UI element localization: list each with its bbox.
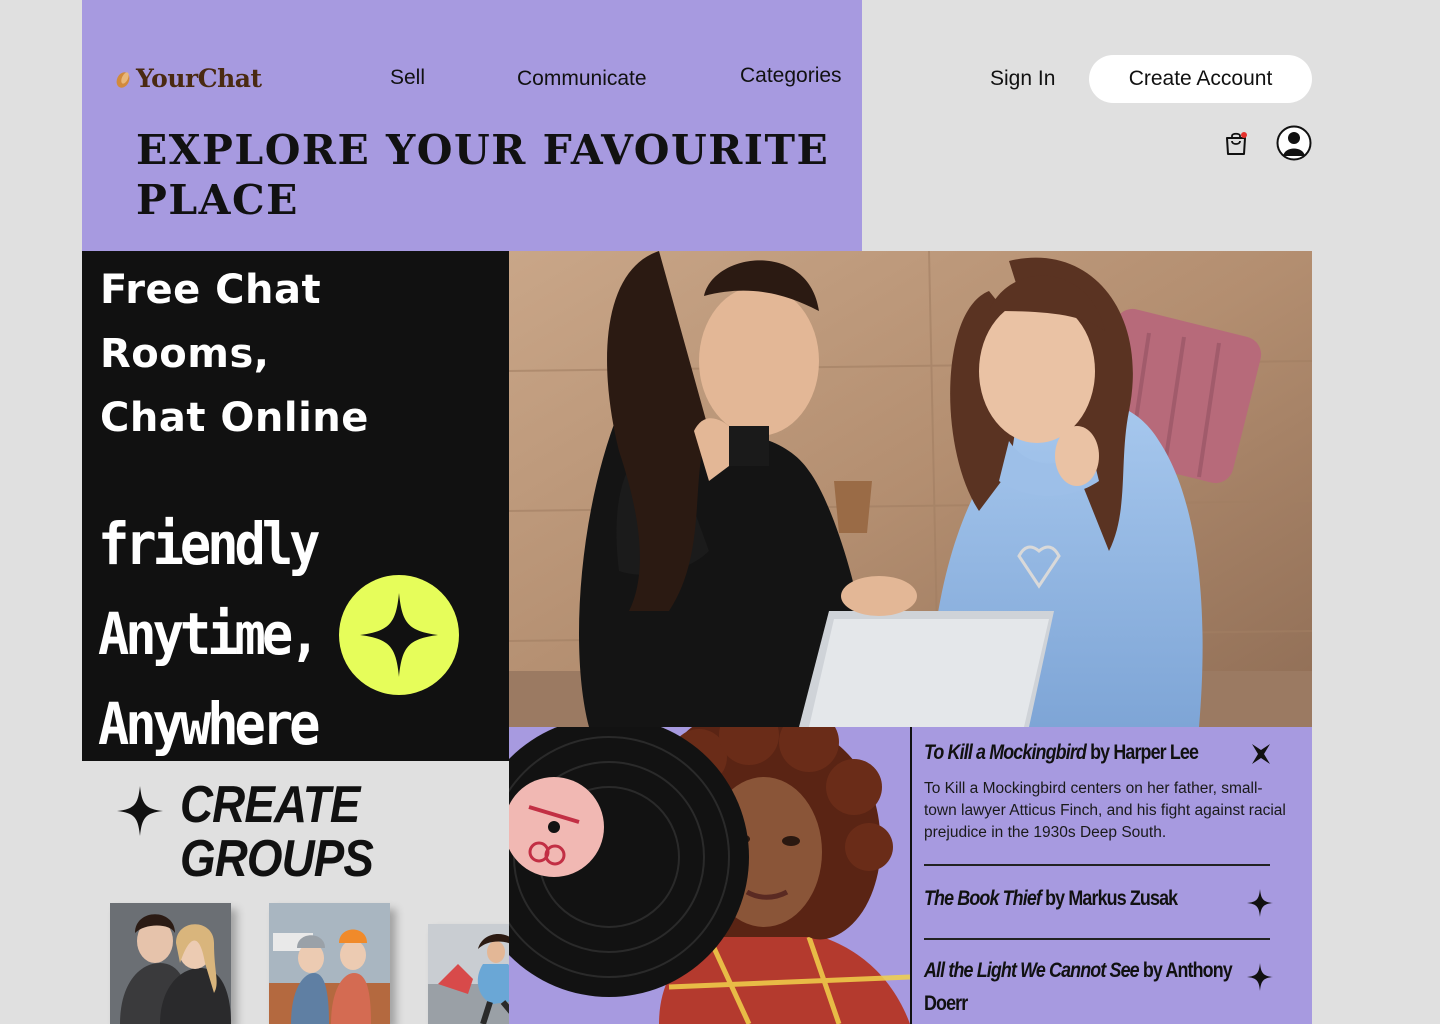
book-title-name: All the Light We Cannot See [924, 959, 1140, 982]
sparkle-badge[interactable] [339, 575, 459, 695]
chat-title-line: Chat Online [100, 395, 369, 441]
book-title-continued: Doerr [924, 992, 968, 1015]
hero-photo-women-chatting [509, 251, 1312, 727]
sparkle-icon [360, 593, 438, 677]
logo-mark-icon [116, 71, 130, 88]
vinyl-photo [509, 727, 910, 1024]
sparkle-icon [117, 786, 163, 836]
book-divider [924, 938, 1270, 940]
group-photo [110, 903, 231, 1024]
brand-name: YourChat [136, 64, 262, 93]
create-groups-line: GROUPS [180, 830, 374, 888]
group-thumbnail[interactable] [269, 903, 390, 1024]
book-author: by Markus Zusak [1041, 887, 1178, 910]
book-description: To Kill a Mockingbird centers on her fat… [924, 780, 1286, 841]
book-title[interactable]: The Book Thief by Markus Zusak [924, 887, 1178, 911]
profile-icon[interactable] [1276, 125, 1312, 161]
nav-categories[interactable]: Categories [740, 64, 842, 88]
pinwheel-icon[interactable] [1248, 740, 1274, 768]
hero-photo [509, 251, 1312, 727]
taglines: friendly Anytime, Anywhere [98, 500, 320, 770]
tagline: friendly [98, 511, 320, 579]
nav-communicate[interactable]: Communicate [517, 67, 647, 91]
book-author: by Anthony [1138, 959, 1233, 982]
sparkle-icon[interactable] [1247, 963, 1273, 991]
nav-sell[interactable]: Sell [390, 66, 425, 90]
tagline: Anytime, [98, 601, 320, 669]
chat-title: Free Chat Rooms, Chat Online [100, 258, 500, 450]
chat-title-line: Rooms, [100, 331, 270, 377]
book-author: by Harper Lee [1085, 741, 1199, 764]
sparkle-icon[interactable] [1247, 889, 1273, 917]
vinyl-woman-photo [509, 727, 910, 1024]
book-divider [924, 864, 1270, 866]
book-title-name: The Book Thief [924, 887, 1042, 910]
brand-logo[interactable]: YourChat [114, 64, 262, 93]
book-title[interactable]: To Kill a Mockingbird by Harper Lee [924, 741, 1199, 765]
sign-in-link[interactable]: Sign In [990, 67, 1055, 91]
hero-title: EXPLORE YOUR FAVOURITE PLACE [136, 126, 830, 224]
create-groups-line: CREATE [180, 776, 360, 834]
chat-title-line: Free Chat [100, 267, 322, 313]
create-account-button[interactable]: Create Account [1089, 55, 1312, 103]
group-photo [269, 903, 390, 1024]
tagline: Anywhere [98, 691, 320, 759]
book-title[interactable]: All the Light We Cannot See by Anthony [924, 959, 1233, 983]
group-thumbnail[interactable] [110, 903, 231, 1024]
create-groups-heading[interactable]: CREATE GROUPS [180, 776, 374, 888]
cart-icon[interactable] [1224, 130, 1248, 156]
book-title-name: To Kill a Mockingbird [924, 741, 1087, 764]
